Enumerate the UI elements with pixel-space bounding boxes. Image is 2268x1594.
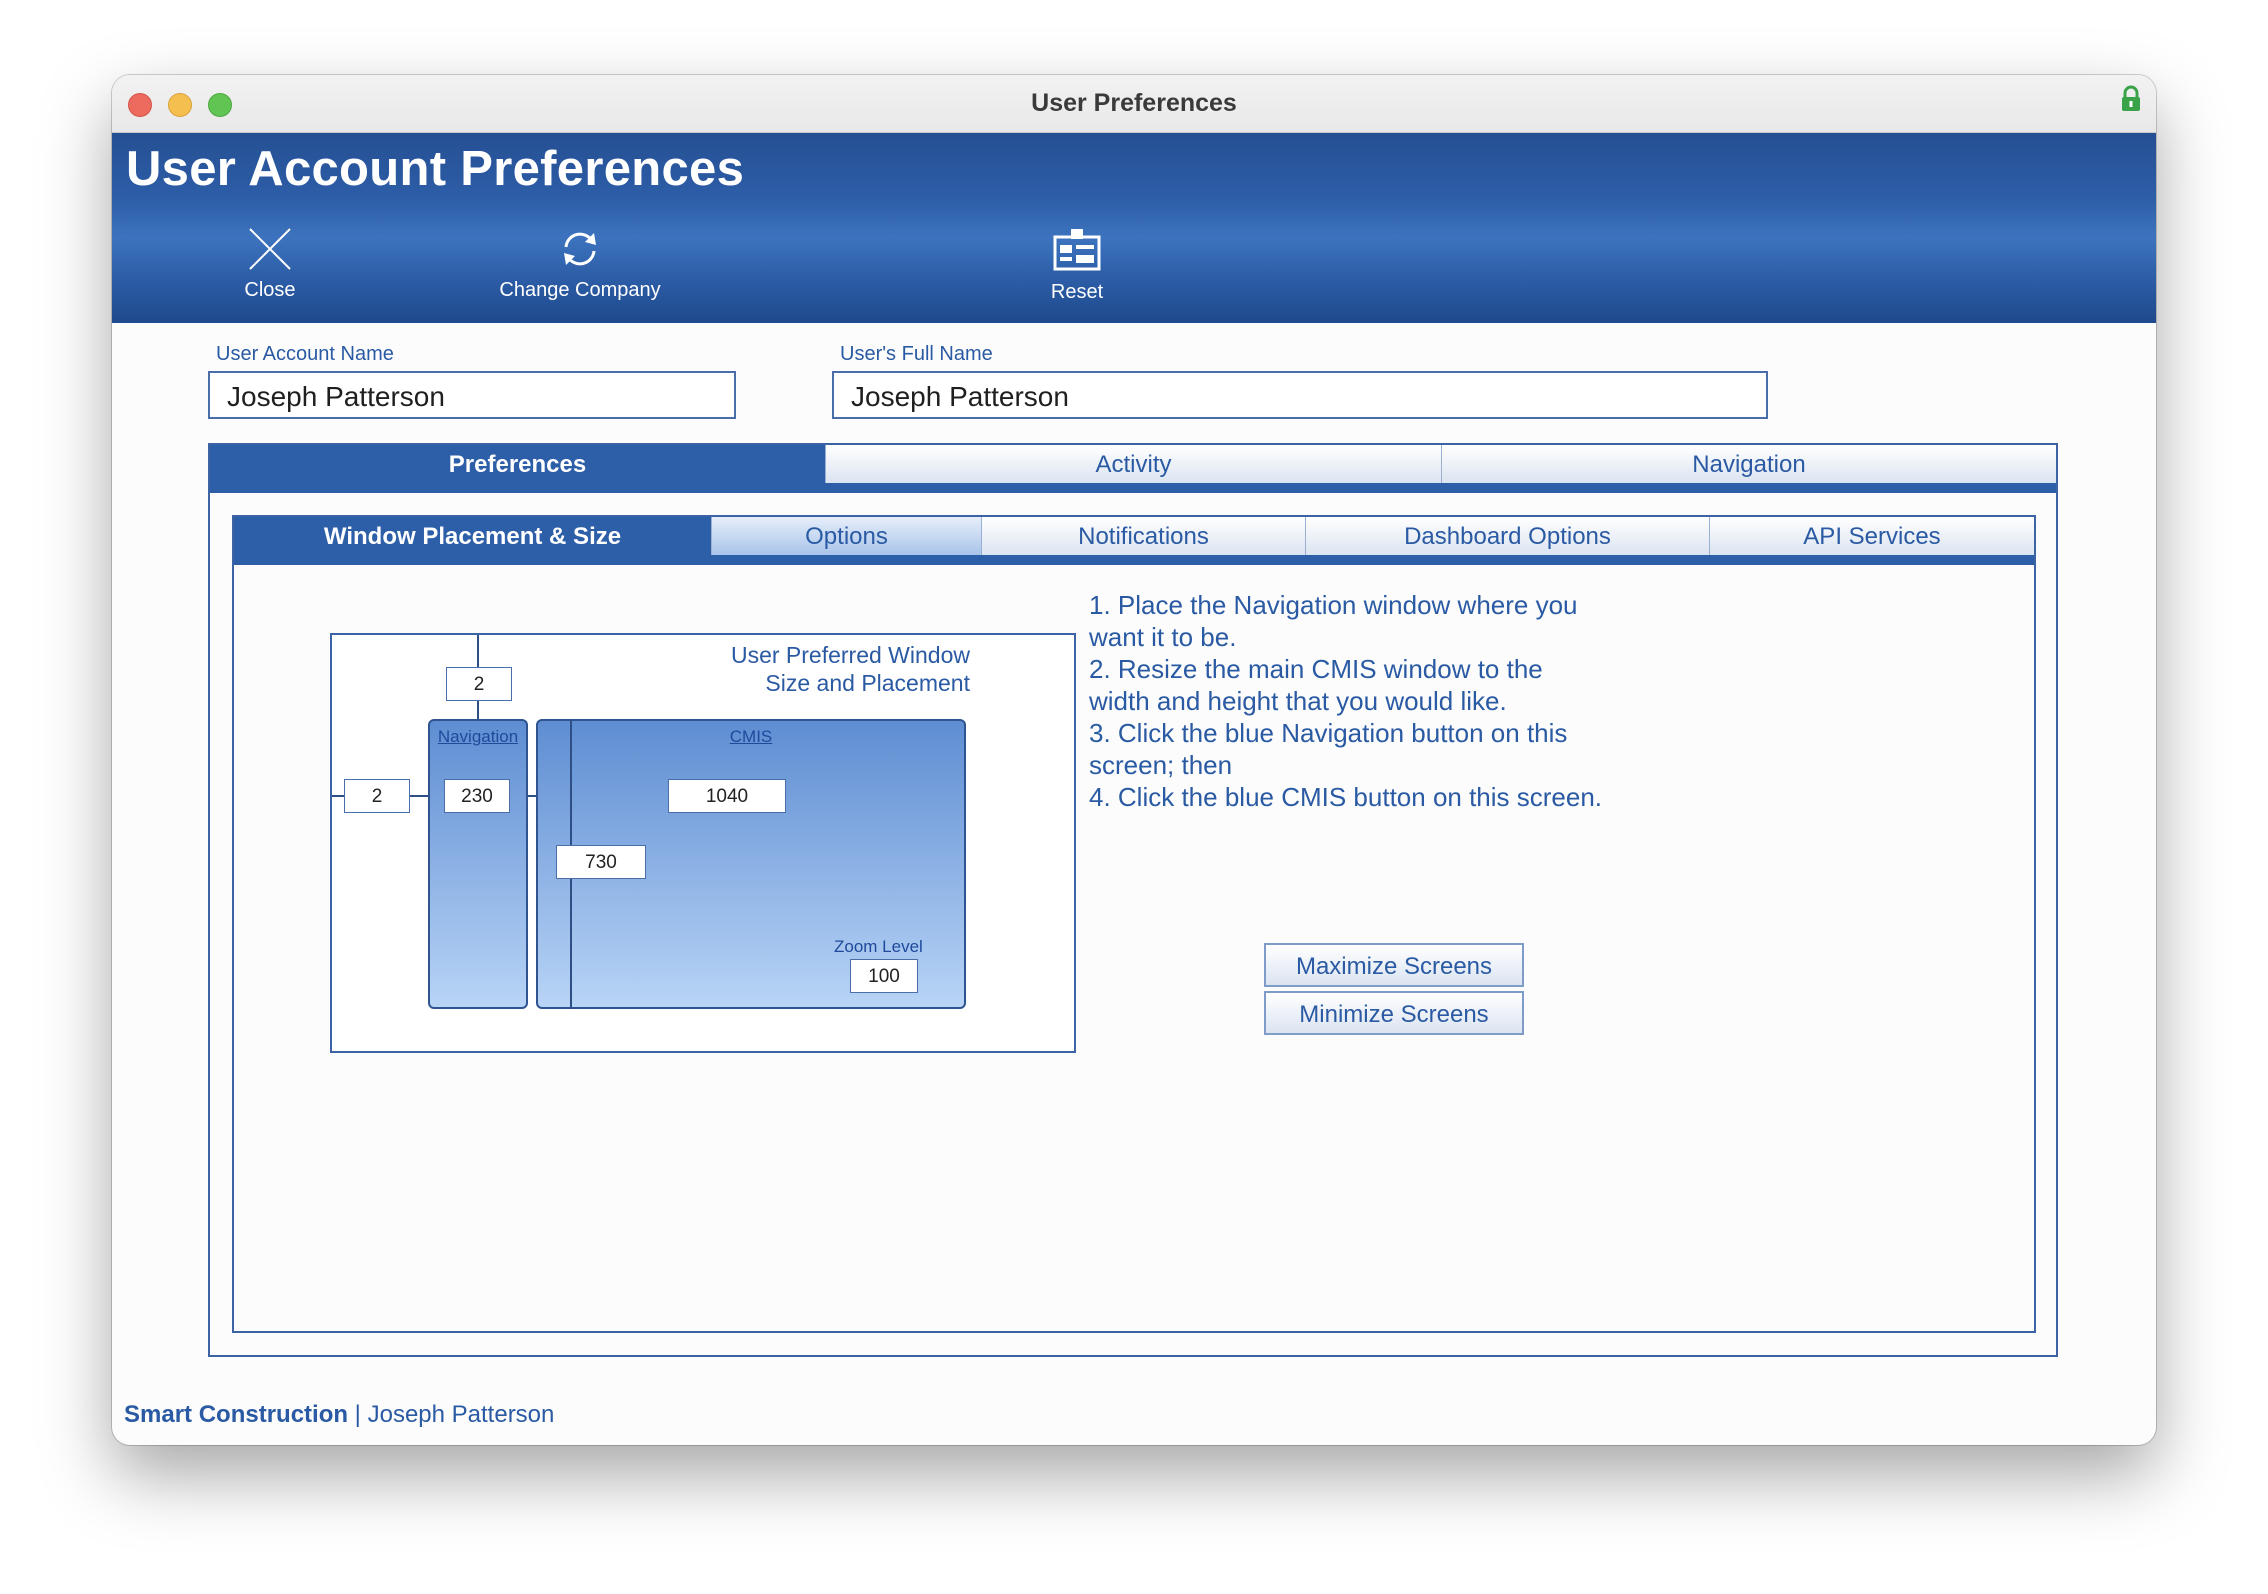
instruction-step-2: 2. Resize the main CMIS window to the wi…: [1089, 654, 1543, 716]
navigation-window-button[interactable]: Navigation: [428, 719, 528, 1009]
close-icon: [249, 228, 291, 270]
reset-icon: [1053, 229, 1101, 271]
diagram-title: User Preferred Window Size and Placement: [731, 641, 970, 697]
tab-preferences[interactable]: Preferences: [210, 445, 826, 483]
tab-dashboard-options[interactable]: Dashboard Options: [1306, 517, 1710, 555]
full-name-field[interactable]: Joseph Patterson: [832, 371, 1768, 419]
navigation-width-field[interactable]: 230: [444, 779, 510, 813]
tab-notifications[interactable]: Notifications: [982, 517, 1306, 555]
window-layout-diagram: User Preferred Window Size and Placement…: [330, 633, 1076, 1053]
tab-api-services[interactable]: API Services: [1710, 517, 2034, 555]
company-name: Smart Construction: [124, 1401, 349, 1428]
tab-window-placement[interactable]: Window Placement & Size: [234, 517, 712, 555]
reset-label: Reset: [1050, 281, 1104, 303]
close-button[interactable]: Close: [220, 225, 320, 302]
cmis-height-field[interactable]: 730: [556, 845, 646, 879]
sub-tab-underline: [234, 555, 2034, 565]
preferences-panel: Preferences Activity Navigation Window P…: [208, 443, 2058, 1357]
main-tab-bar: Preferences Activity Navigation: [210, 445, 2056, 495]
footer-separator: |: [348, 1401, 368, 1428]
lock-icon: [2122, 85, 2140, 111]
zoom-level-label: Zoom Level: [834, 937, 923, 956]
maximize-screens-button[interactable]: Maximize Screens: [1264, 943, 1524, 987]
diagram-title-line2: Size and Placement: [765, 670, 970, 696]
reset-button[interactable]: Reset: [1017, 225, 1137, 304]
tab-navigation[interactable]: Navigation: [1442, 445, 2056, 483]
tab-options[interactable]: Options: [712, 517, 982, 555]
title-bar: User Preferences: [112, 75, 2156, 133]
left-offset-field[interactable]: 2: [344, 779, 410, 813]
window-placement-panel: Window Placement & Size Options Notifica…: [232, 515, 2036, 1333]
cmis-box-label: CMIS: [729, 727, 773, 746]
footer-user-name: Joseph Patterson: [367, 1401, 555, 1428]
instruction-step-3: 3. Click the blue Navigation button on t…: [1089, 718, 1568, 780]
change-company-button[interactable]: Change Company: [470, 225, 690, 302]
zoom-level-field[interactable]: 100: [850, 959, 918, 993]
instructions-text: 1. Place the Navigation window where you…: [1089, 589, 1609, 813]
main-tab-underline: [210, 483, 2056, 493]
top-offset-field[interactable]: 2: [446, 667, 512, 701]
footer-status: Smart Construction | Joseph Patterson: [124, 1401, 554, 1429]
full-name-label: User's Full Name: [840, 343, 993, 365]
instruction-step-4: 4. Click the blue CMIS button on this sc…: [1089, 782, 1603, 812]
minimize-screens-button[interactable]: Minimize Screens: [1264, 991, 1524, 1035]
cmis-width-field[interactable]: 1040: [668, 779, 786, 813]
diagram-title-line1: User Preferred Window: [730, 642, 970, 668]
app-window: User Preferences User Account Preference…: [112, 75, 2156, 1445]
app-header: User Account Preferences Close Change Co…: [112, 133, 2156, 323]
close-button-label: Close: [244, 279, 296, 301]
tab-activity[interactable]: Activity: [826, 445, 1442, 483]
refresh-icon: [564, 232, 596, 266]
change-company-label: Change Company: [499, 279, 661, 301]
account-name-label: User Account Name: [216, 343, 394, 365]
account-name-field[interactable]: Joseph Patterson: [208, 371, 736, 419]
instruction-step-1: 1. Place the Navigation window where you…: [1089, 590, 1578, 652]
page-title: User Account Preferences: [126, 142, 745, 196]
navigation-box-label: Navigation: [437, 727, 519, 746]
window-title: User Preferences: [1031, 89, 1237, 117]
